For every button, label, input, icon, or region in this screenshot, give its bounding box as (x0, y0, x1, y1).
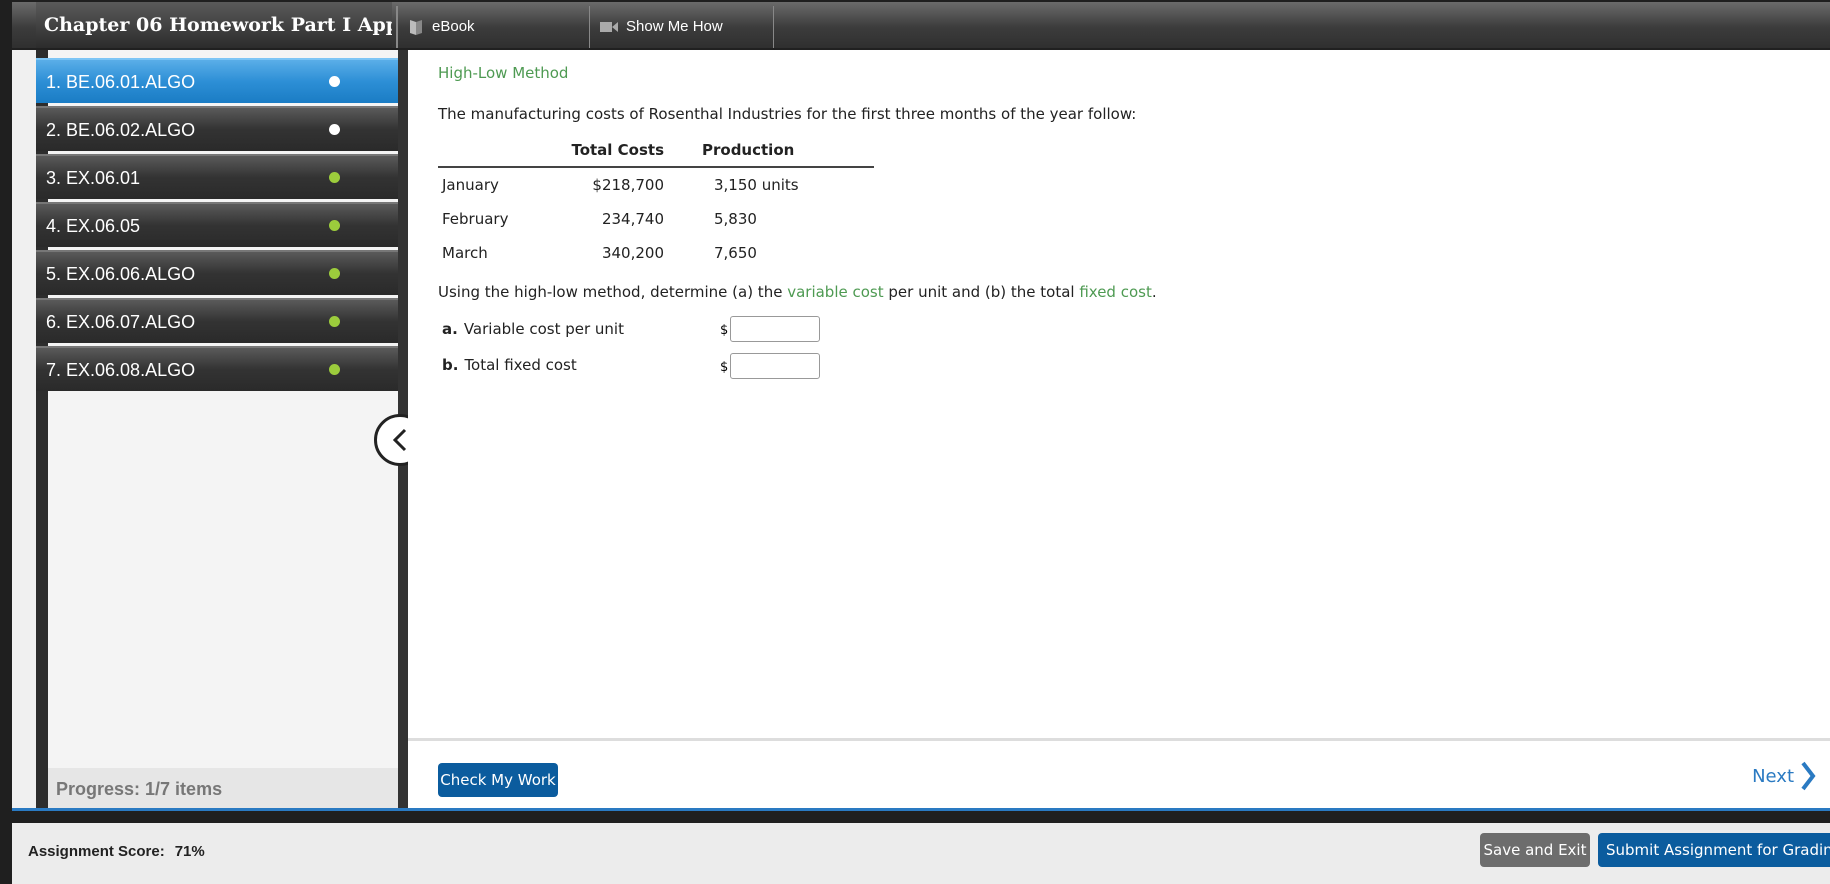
question-action-bar: Check My Work Next (408, 738, 1830, 813)
sidebar-item-3[interactable]: 3. EX.06.01 (36, 154, 398, 199)
sidebar-item-label: 7. EX.06.08.ALGO (46, 360, 196, 380)
chevron-right-icon (1801, 761, 1816, 791)
score-label: Assignment Score: (28, 843, 165, 860)
top-toolbar: Chapter 06 Homework Part I Applica eBook… (12, 2, 1830, 50)
variable-cost-input[interactable] (730, 316, 820, 342)
question-title: High-Low Method (438, 64, 569, 82)
check-my-work-button[interactable]: Check My Work (438, 763, 558, 797)
table-header: Production (702, 141, 795, 159)
instruction-text: . (1151, 283, 1157, 301)
status-open-icon (329, 76, 340, 87)
table-row: January $218,700 3,150 units (438, 167, 874, 202)
instruction-text: per unit and (b) the total (883, 283, 1080, 301)
sidebar-item-label: 4. EX.06.05 (46, 216, 141, 236)
ebook-label: eBook (432, 18, 475, 35)
table-header: Total Costs (571, 141, 664, 159)
table-row: March 340,200 7,650 (438, 236, 874, 270)
table-cell: 234,740 (601, 210, 664, 228)
answer-letter: b. (442, 356, 459, 374)
next-button[interactable]: Next (1752, 761, 1816, 791)
table-cell: 5,830 (714, 210, 757, 228)
table-cell: January (442, 176, 499, 194)
divider-gap (12, 811, 1830, 823)
question-intro: The manufacturing costs of Rosenthal Ind… (438, 105, 1137, 123)
table-header (438, 134, 552, 167)
footer-bar: Assignment Score: 71% Save and Exit Submi… (12, 823, 1830, 884)
question-nav-sidebar: 1. BE.06.01.ALGO 2. BE.06.02.ALGO 3. EX.… (36, 50, 398, 810)
check-icon (329, 316, 340, 327)
question-panel: High-Low Method The manufacturing costs … (408, 50, 1830, 738)
table-cell: 7,650 (714, 244, 757, 262)
sidebar-item-4[interactable]: 4. EX.06.05 (36, 202, 398, 247)
answer-text: Total fixed cost (464, 356, 577, 374)
table-cell: February (442, 210, 509, 228)
table-cell: 340,200 (601, 244, 664, 262)
score-value: 71% (174, 843, 205, 860)
currency-symbol: $ (720, 360, 729, 375)
sidebar-item-7[interactable]: 7. EX.06.08.ALGO (36, 346, 398, 391)
fixed-cost-input[interactable] (730, 353, 820, 379)
book-icon (410, 20, 422, 35)
table-cell: 3,150 units (714, 176, 799, 194)
sidebar-item-6[interactable]: 6. EX.06.07.ALGO (36, 298, 398, 343)
answer-letter: a. (442, 320, 458, 338)
instruction-text: Using the high-low method, determine (a)… (438, 283, 788, 301)
show-me-how-button[interactable]: Show Me How (590, 6, 774, 48)
sidebar-item-2[interactable]: 2. BE.06.02.ALGO (36, 106, 398, 151)
sidebar-item-5[interactable]: 5. EX.06.06.ALGO (36, 250, 398, 295)
video-icon (600, 22, 618, 32)
glossary-link-fixed-cost[interactable]: fixed cost (1079, 283, 1152, 301)
sidebar-item-label: 2. BE.06.02.ALGO (46, 120, 196, 140)
ebook-button[interactable]: eBook (398, 6, 590, 48)
progress-text: Progress: 1/7 items (48, 768, 398, 810)
save-and-exit-button[interactable]: Save and Exit (1480, 833, 1590, 867)
cost-table: Total Costs Production January $218,700 … (438, 134, 874, 270)
assignment-title: Chapter 06 Homework Part I Applica (36, 2, 392, 48)
sidebar-item-label: 5. EX.06.06.ALGO (46, 264, 196, 284)
next-label: Next (1752, 765, 1794, 787)
sidebar-item-label: 6. EX.06.07.ALGO (46, 312, 196, 332)
sidebar-item-label: 3. EX.06.01 (46, 168, 141, 188)
check-icon (329, 268, 340, 279)
app-window: Chapter 06 Homework Part I Applica eBook… (12, 2, 1830, 884)
question-instruction: Using the high-low method, determine (a)… (438, 283, 1157, 301)
sidebar-item-1[interactable]: 1. BE.06.01.ALGO (36, 58, 398, 103)
table-cell: $218,700 (592, 176, 664, 194)
status-open-icon (329, 124, 340, 135)
answer-text: Variable cost per unit (463, 320, 624, 338)
answer-label: a. Variable cost per unit (442, 320, 624, 338)
table-row: February 234,740 5,830 (438, 202, 874, 236)
check-icon (329, 220, 340, 231)
chevron-left-icon (392, 428, 407, 452)
assignment-score: Assignment Score: 71% (28, 843, 205, 860)
answer-label: b. Total fixed cost (442, 356, 577, 374)
glossary-link-variable-cost[interactable]: variable cost (787, 283, 883, 301)
submit-assignment-button[interactable]: Submit Assignment for Grading (1598, 833, 1830, 867)
currency-symbol: $ (720, 323, 729, 338)
check-icon (329, 364, 340, 375)
sidebar-item-label: 1. BE.06.01.ALGO (46, 72, 196, 92)
table-cell: March (442, 244, 488, 262)
show-me-how-label: Show Me How (626, 18, 723, 35)
check-icon (329, 172, 340, 183)
